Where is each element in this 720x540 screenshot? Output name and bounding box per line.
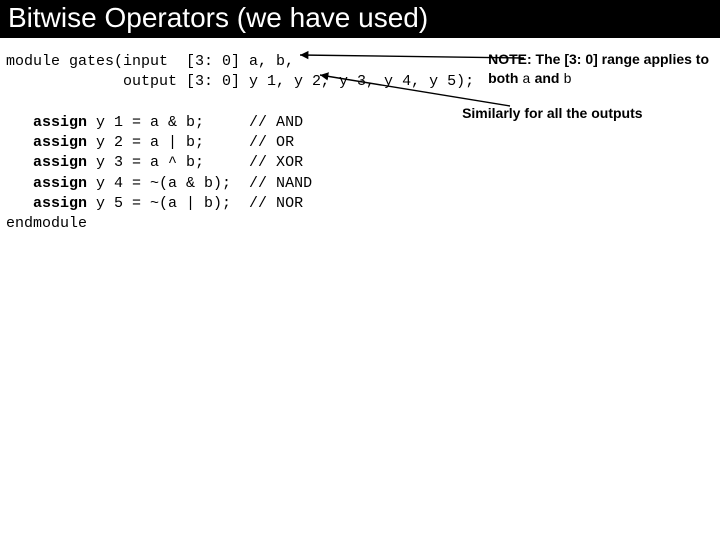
note-range: NOTE: The [3: 0] range applies to both a…	[488, 50, 714, 90]
code-line-1: module gates(input [3: 0] a, b,	[6, 53, 294, 70]
title-text: Bitwise Operators (we have used)	[8, 2, 428, 33]
code-line-3b: y 1 = a & b; // AND	[87, 114, 303, 131]
kw-assign-1: assign	[33, 114, 87, 131]
code-line-4b: y 2 = a | b; // OR	[87, 134, 294, 151]
code-line-2: output [3: 0] y 1, y 2, y 3, y 4, y 5);	[6, 73, 474, 90]
code-line-6b: y 4 = ~(a & b); // NAND	[87, 175, 312, 192]
kw-assign-4: assign	[33, 175, 87, 192]
note1-range: [3: 0]	[564, 51, 597, 67]
code-line-5b: y 3 = a ^ b; // XOR	[87, 154, 303, 171]
slide-title: Bitwise Operators (we have used)	[0, 0, 720, 38]
note1-a: NOTE: The	[488, 51, 564, 67]
note-outputs: Similarly for all the outputs	[462, 104, 714, 123]
note1-avar: a	[522, 72, 530, 88]
code-line-7b: y 5 = ~(a | b); // NOR	[87, 195, 303, 212]
content-row: module gates(input [3: 0] a, b, output […	[0, 38, 720, 234]
kw-assign-5: assign	[33, 195, 87, 212]
note2-text: Similarly for all the outputs	[462, 105, 642, 121]
note1-bvar: b	[563, 72, 571, 88]
note1-c: and	[531, 70, 564, 86]
code-line-8: endmodule	[6, 215, 87, 232]
code-block: module gates(input [3: 0] a, b, output […	[0, 38, 480, 234]
kw-assign-2: assign	[33, 134, 87, 151]
notes-column: NOTE: The [3: 0] range applies to both a…	[480, 38, 720, 123]
kw-assign-3: assign	[33, 154, 87, 171]
